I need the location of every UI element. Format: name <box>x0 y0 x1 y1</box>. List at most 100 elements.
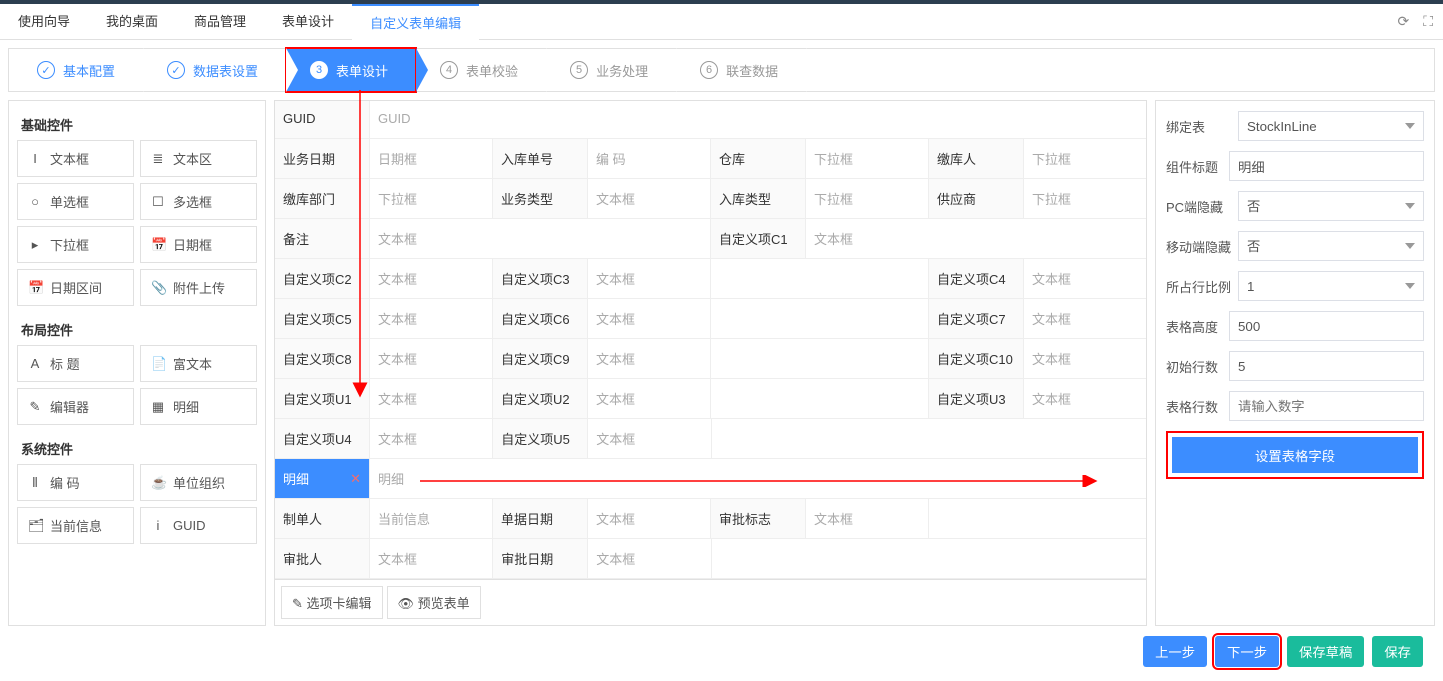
form-cell[interactable]: 自定义项C3文本框 <box>493 259 711 298</box>
tab-4[interactable]: 自定义表单编辑 <box>352 4 479 40</box>
palette-item-label: 文本框 <box>50 149 89 168</box>
form-cell[interactable]: 自定义项U4文本框 <box>275 419 493 458</box>
form-cell[interactable]: 明细✕明细 <box>275 459 1146 498</box>
step-2[interactable]: 3表单设计 <box>286 48 416 92</box>
tab-2[interactable]: 商品管理 <box>176 4 264 40</box>
form-cell[interactable]: 审批标志文本框 <box>711 499 929 538</box>
form-cell-label: 入库类型 <box>711 179 806 218</box>
form-cell[interactable] <box>711 379 929 418</box>
form-cell[interactable] <box>711 259 929 298</box>
label-table-rows: 表格行数 <box>1166 397 1229 416</box>
step-5[interactable]: 6联查数据 <box>676 48 806 92</box>
palette-item[interactable]: 🗂当前信息 <box>17 507 134 544</box>
form-cell[interactable]: 业务日期日期框 <box>275 139 493 178</box>
palette-item[interactable]: iGUID <box>140 507 257 544</box>
prev-button[interactable]: 上一步 <box>1143 636 1207 667</box>
form-cell[interactable]: 自定义项U5文本框 <box>493 419 711 458</box>
form-cell-label: 制单人 <box>275 499 370 538</box>
save-button[interactable]: 保存 <box>1372 636 1423 667</box>
row-ratio-select[interactable]: 1 <box>1238 271 1424 301</box>
step-3[interactable]: 4表单校验 <box>416 48 546 92</box>
next-button[interactable]: 下一步 <box>1215 636 1279 667</box>
form-cell-control: 日期框 <box>370 139 492 178</box>
form-cell[interactable]: 自定义项U1文本框 <box>275 379 493 418</box>
highlight-set-cols: 设置表格字段 <box>1166 431 1424 479</box>
step-4[interactable]: 5业务处理 <box>546 48 676 92</box>
palette-item[interactable]: ▸下拉框 <box>17 226 134 263</box>
form-cell[interactable]: 自定义项C6文本框 <box>493 299 711 338</box>
palette-item[interactable]: ✎编辑器 <box>17 388 134 425</box>
form-cell[interactable]: 仓库下拉框 <box>711 139 929 178</box>
palette-item[interactable]: ▦明细 <box>140 388 257 425</box>
palette-item[interactable]: ☕单位组织 <box>140 464 257 501</box>
palette-item-icon: 📎 <box>151 280 165 296</box>
expand-icon[interactable]: ⛶ <box>1423 13 1433 30</box>
palette-item[interactable]: I文本框 <box>17 140 134 177</box>
palette-item-icon: ▸ <box>28 237 42 253</box>
form-cell[interactable]: 缴库人下拉框 <box>929 139 1146 178</box>
form-cell[interactable]: 入库单号编 码 <box>493 139 711 178</box>
palette-item[interactable]: ☐多选框 <box>140 183 257 220</box>
form-cell[interactable]: GUIDGUID <box>275 101 1146 138</box>
form-cell[interactable]: 自定义项C7文本框 <box>929 299 1146 338</box>
form-cell[interactable]: 审批人文本框 <box>275 539 493 578</box>
tab-0[interactable]: 使用向导 <box>0 4 88 40</box>
preview-button[interactable]: 👁 预览表单 <box>387 586 481 619</box>
form-cell[interactable]: 自定义项C1文本框 <box>711 219 1146 258</box>
component-title-input[interactable] <box>1229 151 1424 181</box>
save-draft-button[interactable]: 保存草稿 <box>1287 636 1364 667</box>
form-cell[interactable]: 自定义项C5文本框 <box>275 299 493 338</box>
form-cell[interactable] <box>711 339 929 378</box>
table-rows-input[interactable] <box>1229 391 1424 421</box>
pc-hide-select[interactable]: 否 <box>1238 191 1424 221</box>
palette-section-title: 系统控件 <box>17 433 257 464</box>
form-cell[interactable]: 自定义项C4文本框 <box>929 259 1146 298</box>
init-rows-input[interactable] <box>1229 351 1424 381</box>
form-cell[interactable] <box>929 499 1146 538</box>
palette-item[interactable]: 📄富文本 <box>140 345 257 382</box>
palette-item[interactable]: 📎 附件上传 <box>140 269 257 306</box>
step-0[interactable]: 基本配置 <box>13 48 143 92</box>
form-cell[interactable]: 业务类型文本框 <box>493 179 711 218</box>
palette-item-label: 附件上传 <box>173 278 225 297</box>
form-canvas: GUIDGUID业务日期日期框入库单号编 码仓库下拉框缴库人下拉框缴库部门下拉框… <box>274 100 1147 626</box>
table-height-input[interactable] <box>1229 311 1424 341</box>
tab-1[interactable]: 我的桌面 <box>88 4 176 40</box>
form-cell[interactable]: 缴库部门下拉框 <box>275 179 493 218</box>
form-cell[interactable]: 自定义项U2文本框 <box>493 379 711 418</box>
form-cell[interactable]: 供应商下拉框 <box>929 179 1146 218</box>
form-cell[interactable]: 审批日期文本框 <box>493 539 711 578</box>
step-1[interactable]: 数据表设置 <box>143 48 286 92</box>
palette-item-icon: 📅 <box>28 280 42 296</box>
form-cell[interactable] <box>711 299 929 338</box>
refresh-icon[interactable]: ⟳ <box>1397 13 1409 30</box>
form-cell[interactable] <box>712 539 1147 578</box>
form-cell[interactable]: 自定义项C8文本框 <box>275 339 493 378</box>
form-cell[interactable]: 自定义项C9文本框 <box>493 339 711 378</box>
close-icon[interactable]: ✕ <box>350 471 361 487</box>
set-table-columns-button[interactable]: 设置表格字段 <box>1172 437 1418 473</box>
form-cell-control: 下拉框 <box>806 139 928 178</box>
palette-item[interactable]: 📅日期区间 <box>17 269 134 306</box>
tab-3[interactable]: 表单设计 <box>264 4 352 40</box>
form-row: GUIDGUID <box>275 101 1146 139</box>
form-cell[interactable]: 单据日期文本框 <box>493 499 711 538</box>
mobile-hide-select[interactable]: 否 <box>1238 231 1424 261</box>
form-cell[interactable]: 自定义项C10文本框 <box>929 339 1146 378</box>
palette-item[interactable]: ≣文本区 <box>140 140 257 177</box>
tab-edit-button[interactable]: ✎ 选项卡编辑 <box>281 586 383 619</box>
bind-table-select[interactable]: StockInLine <box>1238 111 1424 141</box>
palette-item[interactable]: 📅日期框 <box>140 226 257 263</box>
palette-item[interactable]: A标 题 <box>17 345 134 382</box>
form-cell-control: 明细 <box>370 459 1146 498</box>
form-body[interactable]: GUIDGUID业务日期日期框入库单号编 码仓库下拉框缴库人下拉框缴库部门下拉框… <box>275 101 1146 579</box>
palette-item[interactable]: ○单选框 <box>17 183 134 220</box>
form-cell[interactable]: 自定义项U3文本框 <box>929 379 1146 418</box>
form-cell[interactable]: 制单人当前信息 <box>275 499 493 538</box>
palette-item-label: GUID <box>173 518 206 533</box>
form-cell[interactable]: 入库类型下拉框 <box>711 179 929 218</box>
palette-item[interactable]: ⦀编 码 <box>17 464 134 501</box>
form-cell[interactable]: 备注文本框 <box>275 219 711 258</box>
form-cell[interactable] <box>712 419 1147 458</box>
form-cell[interactable]: 自定义项C2文本框 <box>275 259 493 298</box>
